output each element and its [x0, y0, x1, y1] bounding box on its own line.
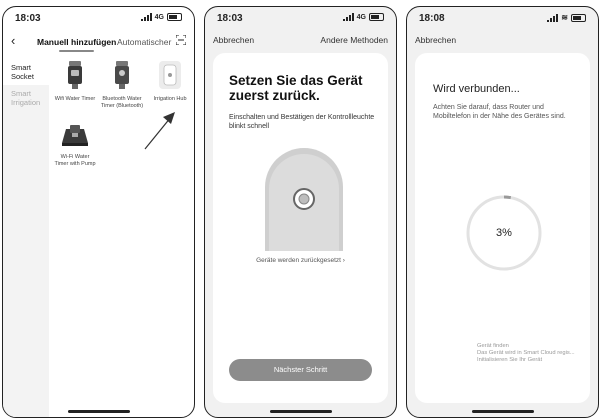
- network-label: 4G: [154, 13, 164, 21]
- home-indicator[interactable]: [269, 410, 332, 413]
- connecting-description: Achten Sie darauf, dass Router und Mobil…: [433, 104, 566, 120]
- category-sidebar: Smart Socket Smart Irrigation: [3, 59, 49, 417]
- product-wifi-water-timer-pump[interactable]: Wi-Fi Water Timer with Pump: [53, 123, 97, 168]
- step-find-device: Gerät finden: [477, 343, 509, 349]
- product-label: Wi-Fi Water Timer with Pump: [54, 154, 96, 167]
- nav-bar: Abbrechen Andere Methoden: [213, 35, 388, 45]
- status-time: 18:03: [217, 13, 243, 24]
- home-indicator[interactable]: [471, 410, 534, 413]
- status-time: 18:08: [419, 13, 445, 24]
- network-label: 4G: [356, 13, 366, 21]
- phone-add-device-screen: 18:03 4G ‹ Manuell hinzufügen Automatisc…: [2, 6, 195, 418]
- signal-icon: [140, 13, 152, 21]
- nav-bar: Abbrechen: [415, 35, 590, 45]
- reset-description: Einschalten und Bestätigen der Kontrolll…: [229, 114, 375, 130]
- progress-percent: 3%: [496, 227, 512, 239]
- add-device-header: ‹ Manuell hinzufügen Automatischer: [3, 33, 194, 53]
- cancel-button[interactable]: Abbrechen: [415, 35, 456, 45]
- category-smart-socket[interactable]: Smart Socket: [3, 59, 49, 85]
- bluetooth-timer-image: [115, 61, 129, 89]
- reset-devices-link[interactable]: Geräte werden zurückgesetzt ›: [213, 257, 388, 264]
- back-icon[interactable]: ‹: [11, 34, 15, 47]
- product-bluetooth-water-timer[interactable]: Bluetooth Water Timer (Bluetooth): [100, 61, 144, 110]
- status-bar: 18:08 ≋: [407, 7, 598, 27]
- battery-icon: [571, 13, 586, 22]
- pump-timer-image: [62, 125, 88, 146]
- irrigation-hub-image: [159, 61, 181, 89]
- status-time: 18:03: [15, 13, 41, 24]
- signal-icon: [342, 13, 354, 21]
- step-register-cloud: Das Gerät wird in Smart Cloud regis...: [477, 350, 575, 356]
- step-initialize: Initialisieren Sie Ihr Gerät: [477, 357, 543, 363]
- cancel-button[interactable]: Abbrechen: [213, 35, 254, 45]
- scan-icon[interactable]: [176, 35, 186, 45]
- reset-card: Setzen Sie das Gerät zuerst zurück. Eins…: [213, 53, 388, 403]
- tab-auto-scan[interactable]: Automatischer: [117, 37, 171, 47]
- wifi-icon: ≋: [561, 13, 568, 22]
- signal-icon: [547, 13, 559, 22]
- other-methods-button[interactable]: Andere Methoden: [320, 35, 388, 45]
- water-timer-image: [68, 61, 82, 89]
- product-wifi-water-timer[interactable]: Wifi Water Timer: [53, 61, 97, 103]
- connection-steps: Gerät finden Das Gerät wird in Smart Clo…: [477, 343, 575, 364]
- battery-icon: [167, 13, 182, 21]
- phone-connecting-screen: 18:08 ≋ Abbrechen Wird verbunden... Acht…: [406, 6, 599, 418]
- product-label: Wifi Water Timer: [54, 96, 96, 102]
- status-bar: 18:03 4G: [205, 7, 396, 27]
- product-label: Bluetooth Water Timer (Bluetooth): [100, 96, 144, 109]
- device-illustration: [265, 148, 343, 251]
- connecting-card: Wird verbunden... Achten Sie darauf, das…: [415, 53, 590, 403]
- tab-manual-add[interactable]: Manuell hinzufügen: [37, 37, 116, 52]
- battery-icon: [369, 13, 384, 21]
- status-bar: 18:03 4G: [3, 7, 194, 27]
- phone-reset-device-screen: 18:03 4G Abbrechen Andere Methoden Setze…: [204, 6, 397, 418]
- product-irrigation-hub[interactable]: Irrigation Hub: [148, 61, 192, 103]
- home-indicator[interactable]: [67, 410, 130, 413]
- category-smart-irrigation[interactable]: Smart Irrigation: [3, 85, 49, 111]
- pointer-arrow-icon: [144, 112, 175, 150]
- next-step-button[interactable]: Nächster Schritt: [229, 359, 372, 381]
- connecting-title: Wird verbunden...: [433, 83, 520, 95]
- reset-title: Setzen Sie das Gerät zuerst zurück.: [229, 73, 363, 103]
- product-label: Irrigation Hub: [153, 96, 187, 102]
